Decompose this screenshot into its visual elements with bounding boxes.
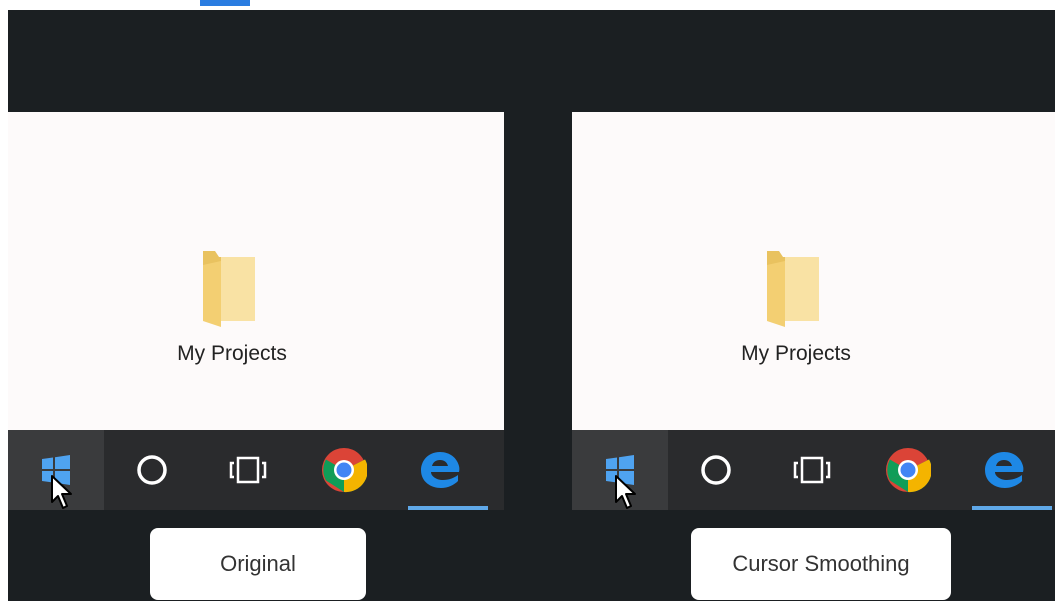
cortana-circle-icon xyxy=(137,455,167,485)
chrome-icon xyxy=(322,448,367,493)
comparison-stage: My Projects My Projects Original Cursor … xyxy=(8,10,1055,601)
task-view-icon xyxy=(229,456,267,484)
folder-label: My Projects xyxy=(741,342,851,365)
start-button[interactable] xyxy=(572,430,668,510)
folder-icon xyxy=(767,251,819,327)
desktop-folder[interactable]: My Projects xyxy=(572,242,1020,365)
task-view-icon xyxy=(793,456,831,484)
desktop-folder[interactable]: My Projects xyxy=(8,242,456,365)
panel-original: My Projects xyxy=(8,112,504,510)
panel-cursor-smoothing: My Projects xyxy=(572,112,1055,510)
edge-active-indicator xyxy=(408,506,488,510)
cortana-button[interactable] xyxy=(104,430,200,510)
top-accent-bar xyxy=(200,0,250,6)
start-button[interactable] xyxy=(8,430,104,510)
folder-label: My Projects xyxy=(177,342,287,365)
cortana-button[interactable] xyxy=(668,430,764,510)
windows-start-icon xyxy=(606,455,634,485)
edge-icon xyxy=(985,452,1024,488)
task-view-button[interactable] xyxy=(764,430,860,510)
task-view-button[interactable] xyxy=(200,430,296,510)
desktop-area: My Projects xyxy=(572,112,1055,430)
desktop-area: My Projects xyxy=(8,112,504,430)
edge-icon xyxy=(421,452,460,488)
taskbar xyxy=(8,430,504,510)
caption-original: Original xyxy=(150,528,366,600)
edge-taskbar-button[interactable] xyxy=(392,430,488,510)
edge-active-indicator xyxy=(972,506,1052,510)
taskbar xyxy=(572,430,1055,510)
windows-start-icon xyxy=(42,455,70,485)
cortana-circle-icon xyxy=(701,455,731,485)
folder-icon xyxy=(203,251,255,327)
chrome-icon xyxy=(886,448,931,493)
chrome-taskbar-button[interactable] xyxy=(296,430,392,510)
edge-taskbar-button[interactable] xyxy=(956,430,1052,510)
chrome-taskbar-button[interactable] xyxy=(860,430,956,510)
caption-cursor-smoothing: Cursor Smoothing xyxy=(691,528,951,600)
